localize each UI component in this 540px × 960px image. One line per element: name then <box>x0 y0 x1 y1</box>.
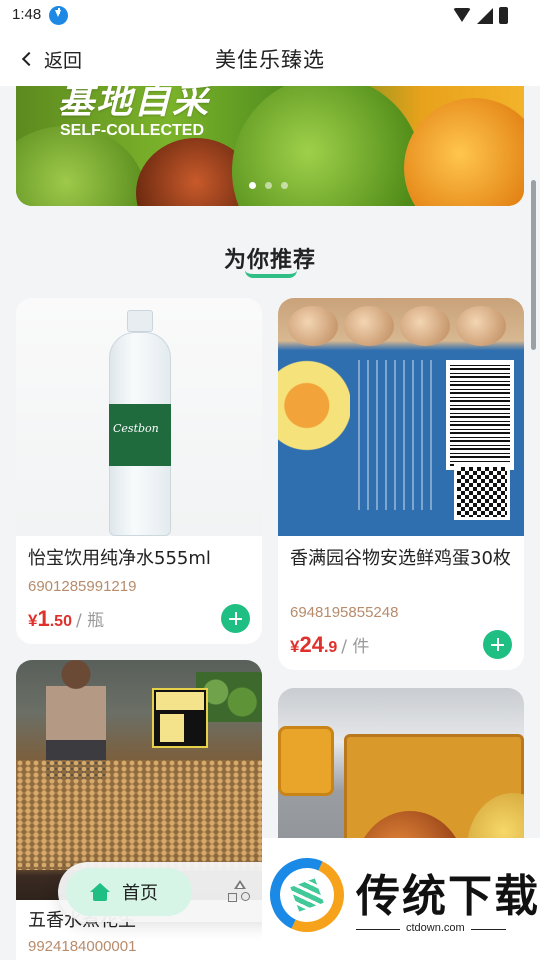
banner-headline: 基地自采 <box>58 86 211 122</box>
product-barcode: 6948195855248 <box>290 604 399 621</box>
tab-home-label: 首页 <box>122 883 158 904</box>
product-unit: / 瓶 <box>75 611 105 631</box>
carousel-dot[interactable] <box>249 182 256 189</box>
carousel-dot[interactable] <box>281 182 288 189</box>
product-image: Cestbon <box>16 298 262 536</box>
water-bottle-image: Cestbon <box>109 310 171 536</box>
banner-fruit <box>404 98 524 206</box>
product-barcode: 6901285991219 <box>28 578 137 595</box>
bottom-tabbar: 首页 <box>58 862 292 922</box>
app-header: 返回 美佳乐臻选 <box>0 32 540 86</box>
signal-icon <box>477 7 493 24</box>
tab-home[interactable]: 首页 <box>66 868 192 916</box>
qr-code-graphic <box>454 464 510 520</box>
add-to-cart-button[interactable] <box>221 604 250 633</box>
product-barcode: 9924184000001 <box>28 938 137 955</box>
add-to-cart-button[interactable] <box>483 630 512 659</box>
section-title-underline <box>245 270 297 278</box>
battery-icon <box>499 7 508 24</box>
product-price: ¥1.50/ 瓶 <box>28 606 105 631</box>
barcode-graphic <box>446 360 514 470</box>
product-name: 香满园谷物安选鲜鸡蛋30枚 <box>290 548 511 569</box>
product-image <box>278 298 524 536</box>
home-icon <box>90 883 110 901</box>
download-icon <box>49 6 68 25</box>
carousel-indicator <box>249 182 288 189</box>
banner-subtitle: SELF-COLLECTED <box>60 122 204 139</box>
status-time: 1:48 <box>12 6 42 23</box>
carousel-dot[interactable] <box>265 182 272 189</box>
status-bar: 1:48 <box>0 0 540 32</box>
wifi-icon <box>453 7 471 24</box>
page-title: 美佳乐臻选 <box>215 48 325 72</box>
bottle-brand: Cestbon <box>113 422 159 435</box>
watermark: 传统下载 ctdown.com <box>259 838 540 960</box>
tab-category[interactable] <box>226 878 254 906</box>
product-price: ¥24.9/ 件 <box>290 632 370 657</box>
product-unit: / 件 <box>341 637 370 657</box>
watermark-title: 传统下载 <box>356 871 540 922</box>
banner-carousel[interactable]: 基地自采 SELF-COLLECTED <box>16 86 524 206</box>
watermark-url: ctdown.com <box>400 922 471 934</box>
product-card[interactable]: 香满园谷物安选鲜鸡蛋30枚 6948195855248 ¥24.9/ 件 <box>278 298 524 670</box>
product-name: 怡宝饮用纯净水555ml <box>28 548 211 569</box>
watermark-logo-icon <box>259 847 355 943</box>
product-card[interactable]: Cestbon 怡宝饮用纯净水555ml 6901285991219 ¥1.50… <box>16 298 262 644</box>
